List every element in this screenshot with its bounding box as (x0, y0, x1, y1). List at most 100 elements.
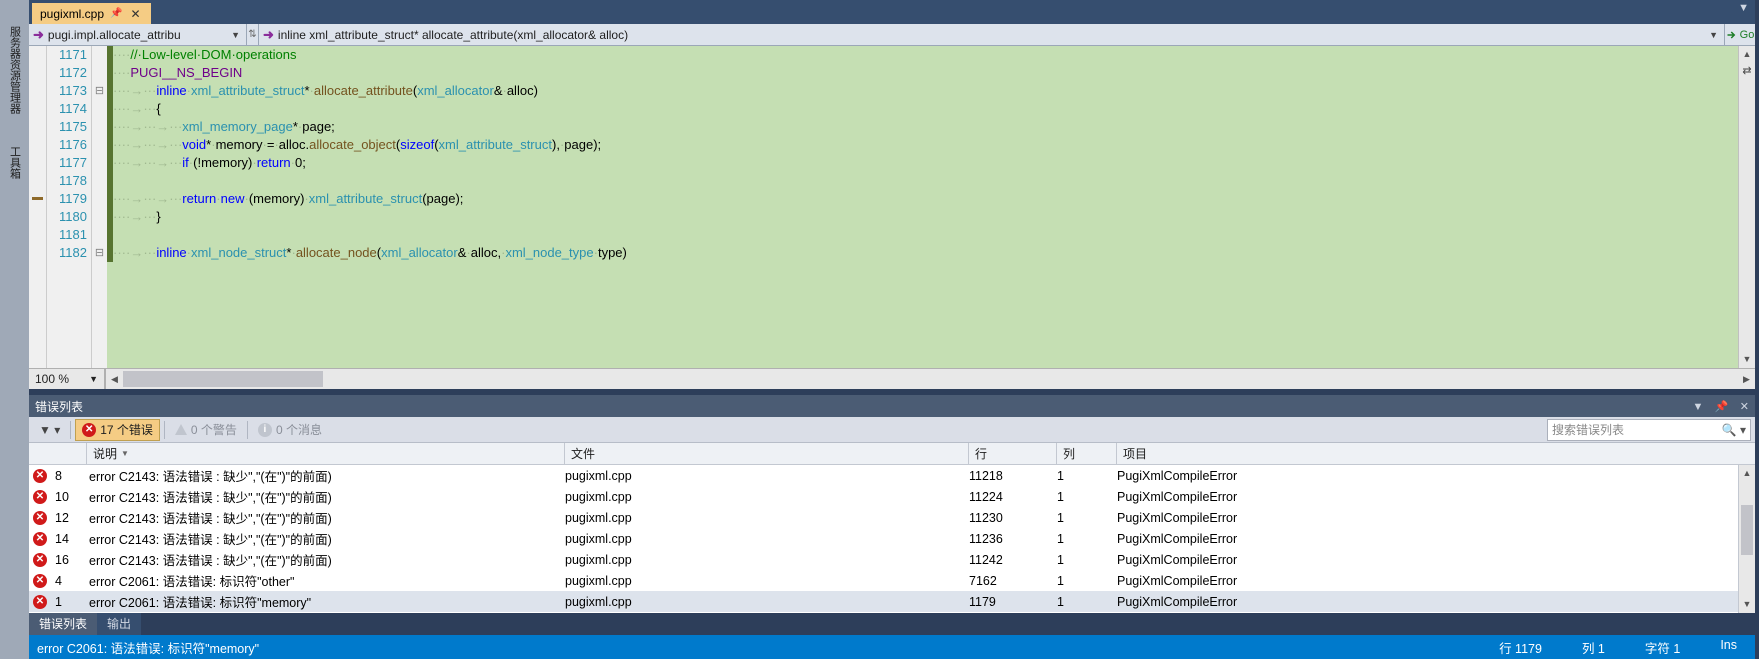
col-file[interactable]: 文件 (565, 443, 969, 464)
status-char: 字符 1 (1645, 638, 1680, 657)
error-list-toolbar: ▼ ▾ ✕ 17 个错误 0 个警告 i 0 个消息 搜索错误列表 🔍 ▾ (29, 417, 1755, 443)
scroll-left-icon[interactable]: ◀ (106, 369, 123, 389)
split-view-icon[interactable]: ⇄ (1739, 64, 1755, 80)
main-area: pugixml.cpp 📌 ✕ ▼ ➜ pugi.impl.allocate_a… (29, 0, 1755, 659)
status-line: 行 1179 (1499, 638, 1542, 657)
fold-gutter[interactable]: ⊟⊟ (91, 46, 107, 368)
breakpoint-margin[interactable] (29, 46, 47, 368)
status-bar: error C2061: 语法错误: 标识符"memory" 行 1179 列 … (29, 635, 1755, 659)
error-icon: ✕ (33, 532, 47, 546)
error-icon: ✕ (33, 595, 47, 609)
separator (247, 421, 248, 439)
separator (164, 421, 165, 439)
status-message: error C2061: 语法错误: 标识符"memory" (37, 638, 1499, 657)
tab-output[interactable]: 输出 (97, 612, 141, 635)
file-tab-label: pugixml.cpp (40, 7, 104, 21)
scope-text: pugi.impl.allocate_attribu (48, 28, 225, 42)
col-desc-label: 说明 (93, 445, 117, 462)
close-icon[interactable]: ✕ (1740, 401, 1749, 413)
zoom-value: 100 % (35, 372, 69, 386)
filter-button[interactable]: ▼ ▾ (33, 419, 66, 441)
chevron-down-icon[interactable]: ▼ (89, 374, 98, 384)
member-text: inline xml_attribute_struct* allocate_at… (278, 28, 1703, 42)
go-label: Go (1740, 29, 1755, 41)
error-row[interactable]: ✕14error C2143: 语法错误 : 缺少","(在")"的前面)pug… (29, 528, 1755, 549)
editor-footer: 100 % ▼ ◀ ▶ (29, 368, 1755, 389)
editor-vertical-scrollbar[interactable]: ▲ ⇄ ▼ (1738, 46, 1755, 368)
error-row[interactable]: ✕12error C2143: 语法错误 : 缺少","(在")"的前面)pug… (29, 507, 1755, 528)
status-col: 列 1 (1582, 638, 1605, 657)
error-row[interactable]: ✕1error C2061: 语法错误: 标识符"memory"pugixml.… (29, 591, 1755, 612)
col-icon[interactable] (29, 443, 51, 464)
warnings-count: 0 个警告 (191, 421, 237, 438)
document-tab-bar: pugixml.cpp 📌 ✕ ▼ (29, 0, 1755, 24)
warnings-filter-button[interactable]: 0 个警告 (169, 419, 243, 441)
error-row[interactable]: ✕10error C2143: 语法错误 : 缺少","(在")"的前面)pug… (29, 486, 1755, 507)
search-placeholder: 搜索错误列表 (1552, 421, 1624, 438)
errors-filter-button[interactable]: ✕ 17 个错误 (75, 419, 160, 441)
editor-horizontal-scrollbar[interactable]: ◀ ▶ (105, 369, 1755, 389)
scroll-down-icon[interactable]: ▼ (1739, 596, 1755, 613)
col-project[interactable]: 项目 (1117, 443, 1755, 464)
zoom-combo[interactable]: 100 % ▼ (29, 369, 105, 389)
status-ins: Ins (1720, 638, 1737, 657)
col-column[interactable]: 列 (1057, 443, 1117, 464)
pin-icon[interactable]: 📌 (110, 8, 122, 19)
error-list-titlebar: 错误列表 ▼ 📌 ✕ (29, 395, 1755, 417)
messages-count: 0 个消息 (276, 421, 322, 438)
scroll-up-icon[interactable]: ▲ (1739, 46, 1755, 63)
panel-menu-icon[interactable]: ▼ (1693, 401, 1704, 413)
file-tab-pugixml[interactable]: pugixml.cpp 📌 ✕ (32, 3, 151, 24)
line-number-gutter: 1171117211731174117511761177117811791180… (47, 46, 91, 368)
nav-splitter[interactable]: ⇅ (247, 24, 259, 45)
grid-vertical-scrollbar[interactable]: ▲ ▼ (1738, 465, 1755, 613)
error-icon: ✕ (33, 469, 47, 483)
error-grid-header: 说明 ▼ 文件 行 列 项目 (29, 443, 1755, 465)
pin-icon[interactable]: 📌 (1715, 401, 1729, 413)
error-icon: ✕ (33, 553, 47, 567)
warning-icon (175, 424, 187, 435)
go-arrow-icon (1726, 29, 1738, 41)
error-row[interactable]: ✕8error C2143: 语法错误 : 缺少","(在")"的前面)pugi… (29, 465, 1755, 486)
go-button[interactable]: Go (1725, 24, 1755, 45)
error-grid-body: ✕8error C2143: 语法错误 : 缺少","(在")"的前面)pugi… (29, 465, 1755, 613)
messages-filter-button[interactable]: i 0 个消息 (252, 419, 328, 441)
sort-icon: ▼ (121, 449, 129, 458)
col-description[interactable]: 说明 ▼ (87, 443, 565, 464)
tab-error-list[interactable]: 错误列表 (29, 612, 97, 635)
code-text-area[interactable]: ····//·Low-level·DOM·operations····PUGI_… (113, 46, 1738, 368)
panel-title: 错误列表 (35, 398, 83, 415)
sidebar-tab-server-explorer[interactable]: 服务器资源管理器 (7, 20, 23, 120)
tab-overflow-icon[interactable]: ▼ (1738, 2, 1749, 14)
col-number[interactable] (51, 443, 87, 464)
scroll-thumb[interactable] (123, 371, 323, 387)
arrow-icon: ➜ (263, 27, 274, 43)
member-combo[interactable]: ➜ inline xml_attribute_struct* allocate_… (259, 24, 1725, 45)
separator (70, 421, 71, 439)
arrow-icon: ➜ (33, 27, 44, 43)
scroll-right-icon[interactable]: ▶ (1738, 369, 1755, 389)
scroll-thumb[interactable] (1741, 505, 1753, 555)
chevron-down-icon[interactable]: ▼ (1707, 30, 1720, 40)
scroll-down-icon[interactable]: ▼ (1739, 351, 1755, 368)
error-row[interactable]: ✕16error C2143: 语法错误 : 缺少","(在")"的前面)pug… (29, 549, 1755, 570)
scroll-up-icon[interactable]: ▲ (1739, 465, 1755, 482)
error-icon: ✕ (82, 423, 96, 437)
search-icon[interactable]: 🔍 ▾ (1722, 423, 1746, 437)
error-icon: ✕ (33, 511, 47, 525)
col-line[interactable]: 行 (969, 443, 1057, 464)
info-icon: i (258, 423, 272, 437)
bookmark-icon[interactable] (32, 197, 43, 200)
errors-count: 17 个错误 (100, 421, 153, 438)
error-icon: ✕ (33, 490, 47, 504)
sidebar-tab-toolbox[interactable]: 工具箱 (7, 140, 23, 185)
scope-combo[interactable]: ➜ pugi.impl.allocate_attribu ▼ (29, 24, 247, 45)
bottom-tab-bar: 错误列表 输出 (29, 613, 1755, 635)
error-row[interactable]: ✕4error C2061: 语法错误: 标识符"other"pugixml.c… (29, 570, 1755, 591)
search-input[interactable]: 搜索错误列表 🔍 ▾ (1547, 419, 1751, 441)
error-icon: ✕ (33, 574, 47, 588)
right-sidebar (1755, 0, 1759, 659)
left-sidebar: 服务器资源管理器 工具箱 (0, 0, 29, 659)
close-icon[interactable]: ✕ (128, 7, 142, 21)
chevron-down-icon[interactable]: ▼ (229, 30, 242, 40)
